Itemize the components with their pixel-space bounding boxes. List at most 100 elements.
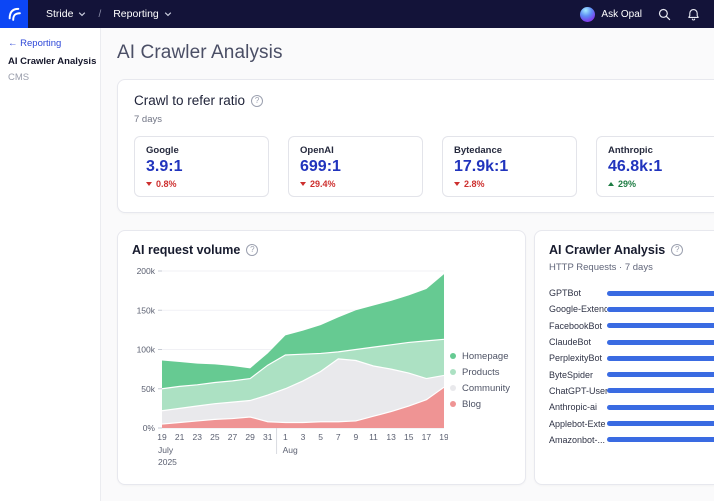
legend-dot-icon <box>450 401 456 407</box>
app-window: Stride / Reporting Ask Opal <box>0 0 714 501</box>
stat-delta: 0.8% <box>146 179 257 189</box>
help-icon[interactable]: ? <box>246 244 258 256</box>
ai-request-volume-chart: 0%50k100k150k200k19212325272931135791113… <box>132 261 448 467</box>
sidebar-item-ai-crawler-analysis[interactable]: AI Crawler Analysis <box>8 56 94 67</box>
crawler-bar-track <box>607 372 714 377</box>
legend-label: Community <box>462 383 510 394</box>
ask-opal-button[interactable]: Ask Opal <box>580 7 642 22</box>
stat-delta-value: 29% <box>618 179 636 189</box>
charts-row: AI request volume ? 0%50k100k150k200k192… <box>117 230 714 485</box>
main-content: AI Crawler Analysis Crawl to refer ratio… <box>101 28 714 485</box>
logo-mark-icon <box>3 3 25 25</box>
breadcrumb-divider: / <box>98 9 101 20</box>
svg-text:23: 23 <box>193 432 203 442</box>
stat-card-bytedance: Bytedance17.9k:12.8% <box>442 136 577 197</box>
crawler-bar <box>607 405 714 410</box>
crawler-bot-label: Amazonbot-... <box>549 435 607 445</box>
crawler-bar-row: FacebookBot <box>549 318 714 334</box>
crawler-bar-track <box>607 388 714 393</box>
opal-avatar <box>580 7 595 22</box>
svg-text:21: 21 <box>175 432 185 442</box>
crawler-bar-row: ChatGPT-User <box>549 383 714 399</box>
stat-delta-value: 29.4% <box>310 179 336 189</box>
legend-dot-icon <box>450 385 456 391</box>
delta-down-icon <box>300 182 306 186</box>
crawler-bar-track <box>607 307 714 312</box>
legend-label: Products <box>462 367 500 378</box>
legend-item-blog[interactable]: Blog <box>450 399 510 410</box>
svg-text:0%: 0% <box>143 423 156 433</box>
crawler-bot-label: ByteSpider <box>549 370 607 380</box>
ai-crawler-analysis-card: AI Crawler Analysis ? HTTP Requests · 7 … <box>534 230 714 485</box>
crawler-bar-row: ClaudeBot <box>549 334 714 350</box>
stat-delta-value: 0.8% <box>156 179 177 189</box>
ratio-card-title: Crawl to refer ratio <box>134 93 245 108</box>
svg-text:9: 9 <box>354 432 359 442</box>
crawl-to-refer-ratio-card: Crawl to refer ratio ? 7 days Google3.9:… <box>117 79 714 213</box>
crawler-bar-row: Google-Extenc <box>549 301 714 317</box>
crawler-card-subtitle: HTTP Requests · 7 days <box>549 262 714 273</box>
help-icon[interactable]: ? <box>671 244 683 256</box>
svg-text:50k: 50k <box>141 384 155 394</box>
delta-up-icon <box>608 182 614 186</box>
legend-label: Homepage <box>462 351 508 362</box>
search-icon <box>658 8 671 21</box>
crawler-bar <box>607 372 714 377</box>
svg-text:31: 31 <box>263 432 273 442</box>
svg-text:15: 15 <box>404 432 414 442</box>
crawler-bar <box>607 291 714 296</box>
stat-label: Bytedance <box>454 145 565 156</box>
svg-text:5: 5 <box>318 432 323 442</box>
legend-item-homepage[interactable]: Homepage <box>450 351 510 362</box>
back-to-reporting-link[interactable]: ← Reporting <box>8 38 94 49</box>
crawler-bot-label: ChatGPT-User <box>549 386 607 396</box>
crawler-bot-label: Applebot-Exte <box>549 419 607 429</box>
svg-text:200k: 200k <box>137 266 156 276</box>
chevron-down-icon <box>164 10 172 18</box>
crawler-bot-label: Anthropic-ai <box>549 402 607 412</box>
workspace-menu-button[interactable]: Stride <box>40 4 92 24</box>
legend-item-products[interactable]: Products <box>450 367 510 378</box>
workspace-name: Stride <box>46 8 73 20</box>
brand-logo-icon[interactable] <box>0 0 28 28</box>
crawler-bar-track <box>607 437 714 442</box>
legend-item-community[interactable]: Community <box>450 383 510 394</box>
svg-text:13: 13 <box>386 432 396 442</box>
crawler-bar-track <box>607 291 714 296</box>
section-menu-button[interactable]: Reporting <box>107 4 178 24</box>
crawler-bar <box>607 421 714 426</box>
chart-legend: Homepage Products Community Blog <box>450 351 510 410</box>
stat-label: Anthropic <box>608 145 714 156</box>
svg-text:150k: 150k <box>137 305 156 315</box>
crawler-bot-label: ClaudeBot <box>549 337 607 347</box>
svg-text:27: 27 <box>228 432 238 442</box>
svg-text:17: 17 <box>422 432 432 442</box>
crawler-bot-label: FacebookBot <box>549 321 607 331</box>
search-button[interactable] <box>658 8 671 21</box>
svg-text:7: 7 <box>336 432 341 442</box>
crawler-bot-label: GPTBot <box>549 288 607 298</box>
bell-icon <box>687 8 700 21</box>
main-area: AI Crawler Analysis Crawl to refer ratio… <box>101 28 714 501</box>
svg-text:100k: 100k <box>137 345 156 355</box>
svg-text:11: 11 <box>369 432 378 442</box>
topbar-actions: Ask Opal <box>580 7 714 22</box>
section-name: Reporting <box>113 8 159 20</box>
crawler-bar <box>607 356 714 361</box>
sidebar: ← Reporting AI Crawler Analysis CMS <box>0 28 101 501</box>
page-title: AI Crawler Analysis <box>117 42 714 64</box>
stat-value: 46.8k:1 <box>608 158 714 176</box>
crawler-bar <box>607 323 714 328</box>
svg-text:29: 29 <box>245 432 255 442</box>
crawler-bar-row: Amazonbot-... <box>549 432 714 448</box>
stat-value: 699:1 <box>300 158 411 176</box>
svg-text:25: 25 <box>210 432 220 442</box>
help-icon[interactable]: ? <box>251 95 263 107</box>
volume-card-title: AI request volume <box>132 243 240 257</box>
notifications-button[interactable] <box>687 8 700 21</box>
crawler-bar <box>607 388 714 393</box>
chevron-down-icon <box>78 10 86 18</box>
stat-value: 3.9:1 <box>146 158 257 176</box>
body: ← Reporting AI Crawler Analysis CMS AI C… <box>0 28 714 501</box>
legend-dot-icon <box>450 353 456 359</box>
